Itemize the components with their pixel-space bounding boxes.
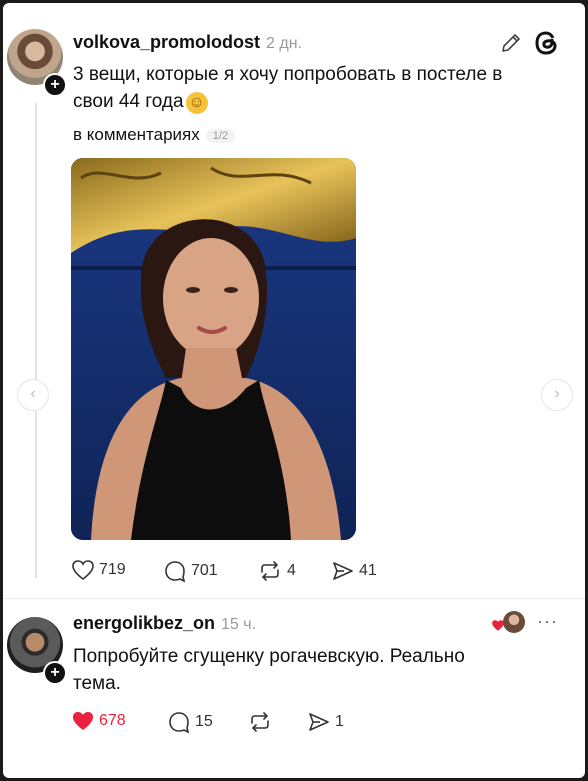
carousel-next-button[interactable]: › [541, 379, 573, 411]
mini-avatar [503, 611, 525, 633]
liked-by-author-indicator [491, 611, 527, 635]
post-share-count: 41 [359, 562, 377, 579]
reply-time: 15 ч. [221, 616, 257, 633]
reply-text-line1: Попробуйте сгущенку рогачевскую. Реально [73, 646, 465, 667]
share-icon [309, 713, 329, 731]
post-header: volkova_promolodost 2 дн. [73, 32, 302, 53]
reply-share-count: 1 [335, 713, 344, 730]
threads-post-screen: + volkova_promolodost 2 дн. 3 вещи, котор… [3, 3, 585, 778]
comment-icon [169, 712, 190, 734]
post-username[interactable]: volkova_promolodost [73, 32, 260, 52]
carousel-prev-button[interactable]: ‹ [17, 379, 49, 411]
repost-icon [261, 561, 279, 581]
reply-text-line2: тема. [73, 673, 121, 694]
reply-text: Попробуйте сгущенку рогачевскую. Реально… [73, 643, 563, 697]
post-time: 2 дн. [266, 35, 302, 52]
post-like-count: 719 [99, 561, 126, 578]
more-options-button[interactable]: ··· [537, 611, 558, 632]
reply-header: energolikbez_on 15 ч. [73, 613, 256, 634]
reply-like-button[interactable]: 678 [71, 710, 126, 732]
post-image[interactable] [71, 158, 356, 540]
post-repost-button[interactable]: 4 [257, 559, 296, 583]
reply-username[interactable]: energolikbez_on [73, 613, 215, 633]
threads-logo-icon[interactable] [533, 29, 561, 57]
post-text-line2-content: свои 44 года [73, 91, 184, 112]
follow-plus-icon[interactable]: + [43, 73, 67, 97]
reply-follow-plus-icon[interactable]: + [43, 661, 67, 685]
reply-share-button[interactable]: 1 [307, 710, 344, 734]
post-comment-count: 701 [191, 562, 218, 579]
repost-icon [251, 712, 269, 732]
comment-icon [165, 561, 186, 583]
post-subtext: в комментариях 1/2 [73, 125, 236, 145]
smile-emoji-icon: ☺ [185, 92, 208, 114]
edit-icon[interactable] [499, 31, 523, 55]
post-text-line2: свои 44 года ☺ [73, 88, 563, 115]
reply-repost-button[interactable] [247, 710, 277, 734]
post-comment-button[interactable]: 701 [163, 559, 218, 583]
thread-connector-line [35, 103, 37, 578]
share-icon [333, 562, 353, 580]
small-heart-icon [492, 620, 504, 631]
reply-comment-button[interactable]: 15 [167, 710, 213, 734]
post-subtext-label: в комментариях [73, 125, 200, 144]
reply-comment-count: 15 [195, 713, 213, 730]
heart-icon [72, 560, 94, 581]
reply-like-count: 678 [99, 712, 126, 729]
divider [3, 598, 585, 599]
heart-filled-icon [73, 712, 93, 730]
carousel-counter: 1/2 [205, 128, 236, 143]
post-share-button[interactable]: 41 [331, 559, 377, 583]
post-text: 3 вещи, которые я хочу попробовать в пос… [73, 61, 563, 115]
post-repost-count: 4 [287, 562, 296, 579]
post-text-line1: 3 вещи, которые я хочу попробовать в пос… [73, 64, 503, 85]
post-like-button[interactable]: 719 [71, 559, 126, 581]
